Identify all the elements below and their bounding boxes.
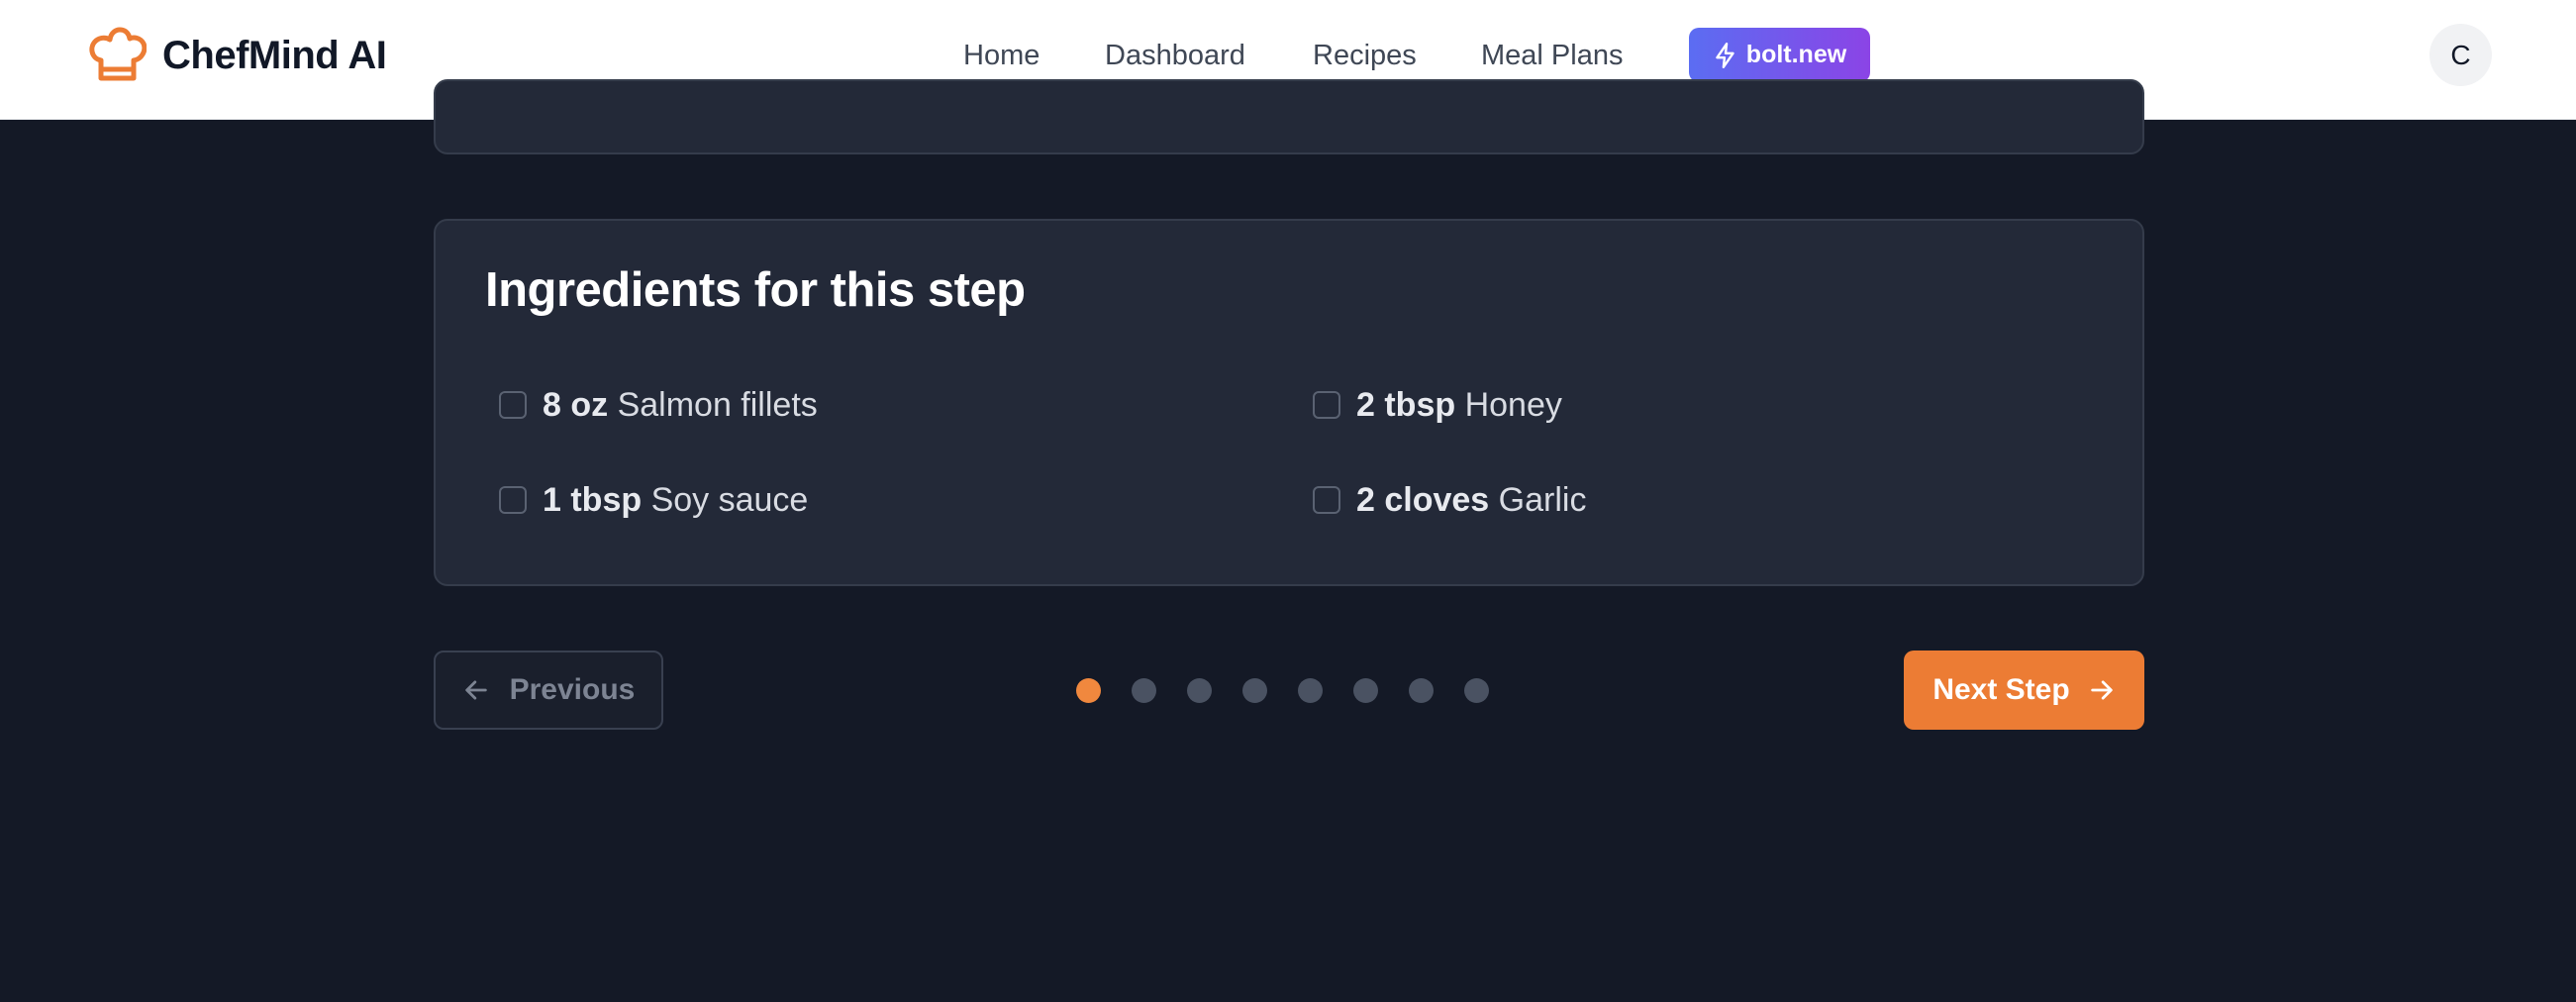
ingredient-checkbox[interactable] bbox=[499, 486, 527, 514]
ingredient-name: Garlic bbox=[1498, 480, 1587, 519]
step-dot[interactable] bbox=[1298, 678, 1323, 703]
lightning-icon bbox=[1715, 42, 1734, 68]
ingredients-card: Ingredients for this step 8 oz Salmon fi… bbox=[434, 219, 2144, 586]
step-dot[interactable] bbox=[1353, 678, 1378, 703]
previous-button[interactable]: Previous bbox=[434, 651, 663, 730]
ingredient-quantity: 2 tbsp bbox=[1356, 385, 1456, 424]
step-dot[interactable] bbox=[1242, 678, 1267, 703]
arrow-left-icon bbox=[464, 680, 487, 700]
ingredient-item[interactable]: 1 tbsp Soy sauce bbox=[499, 475, 808, 525]
brand-name: ChefMind AI bbox=[162, 33, 387, 77]
nav-dashboard[interactable]: Dashboard bbox=[1105, 28, 1245, 83]
arrow-right-icon bbox=[2090, 680, 2113, 700]
ingredient-item[interactable]: 2 cloves Garlic bbox=[1313, 475, 1586, 525]
ingredient-checkbox[interactable] bbox=[499, 391, 527, 419]
bolt-new-label: bolt.new bbox=[1745, 41, 1847, 68]
ingredient-checkbox[interactable] bbox=[1313, 486, 1340, 514]
step-dot[interactable] bbox=[1187, 678, 1212, 703]
ingredient-name: Honey bbox=[1464, 385, 1562, 424]
nav-recipes[interactable]: Recipes bbox=[1313, 28, 1417, 83]
ingredient-item[interactable]: 8 oz Salmon fillets bbox=[499, 380, 818, 430]
ingredient-quantity: 8 oz bbox=[543, 385, 609, 424]
chef-hat-icon bbox=[89, 27, 147, 81]
avatar[interactable]: C bbox=[2429, 24, 2492, 86]
ingredient-quantity: 2 cloves bbox=[1356, 480, 1490, 519]
ingredient-item[interactable]: 2 tbsp Honey bbox=[1313, 380, 1562, 430]
ingredient-name: Soy sauce bbox=[650, 480, 809, 519]
nav-home[interactable]: Home bbox=[963, 28, 1040, 83]
ingredient-checkbox[interactable] bbox=[1313, 391, 1340, 419]
step-instruction-card bbox=[434, 79, 2144, 154]
previous-label: Previous bbox=[509, 673, 636, 706]
brand[interactable]: ChefMind AI bbox=[87, 27, 387, 84]
step-dot[interactable] bbox=[1464, 678, 1489, 703]
step-dot[interactable] bbox=[1132, 678, 1156, 703]
nav-meal-plans[interactable]: Meal Plans bbox=[1481, 28, 1623, 83]
ingredients-title: Ingredients for this step bbox=[485, 263, 1026, 317]
bolt-new-button[interactable]: bolt.new bbox=[1689, 28, 1870, 82]
ingredient-name: Salmon fillets bbox=[617, 385, 818, 424]
step-dot[interactable] bbox=[1409, 678, 1434, 703]
next-step-label: Next Step bbox=[1932, 673, 2070, 706]
next-step-button[interactable]: Next Step bbox=[1904, 651, 2144, 730]
ingredient-quantity: 1 tbsp bbox=[543, 480, 643, 519]
step-dot[interactable] bbox=[1076, 678, 1101, 703]
